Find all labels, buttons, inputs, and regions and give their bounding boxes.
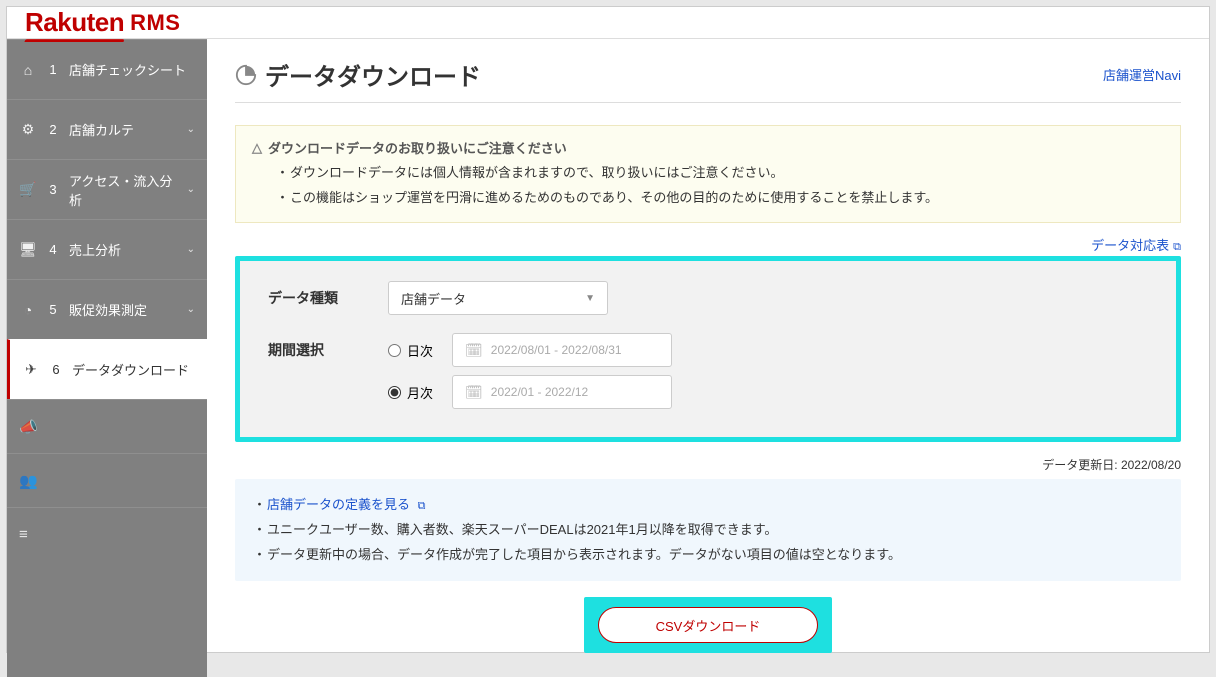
sidebar-item-4[interactable]: 🖥 4 売上分析 ⌄	[7, 219, 207, 279]
cart-icon: 🛒	[19, 181, 37, 198]
pie-icon: ◔	[19, 302, 37, 318]
warning-line: ダウンロードデータには個人情報が含まれますので、取り扱いにはご注意ください。	[276, 161, 1164, 186]
page-title-text: データダウンロード	[265, 57, 481, 92]
download-wrap: CSVダウンロード	[235, 597, 1181, 653]
sidebar-item-2[interactable]: ⚙ 2 店舗カルテ ⌄	[7, 99, 207, 159]
chart-link-row: データ対応表⧉	[235, 235, 1181, 254]
external-link-icon: ⧉	[1173, 241, 1181, 253]
sidebar-item-label: 販促効果測定	[69, 300, 177, 319]
sidebar-item-index: 5	[47, 302, 59, 317]
main-content: データダウンロード 店舗運営Navi △ ダウンロードデータのお取り扱いにご注意…	[207, 39, 1209, 677]
chevron-down-icon: ⌄	[187, 304, 195, 315]
sidebar-item-label: 売上分析	[69, 240, 177, 259]
monthly-radio-label: 月次	[407, 383, 433, 402]
daily-range-text: 2022/08/01 - 2022/08/31	[491, 343, 622, 357]
logo-rms: RMS	[130, 10, 180, 36]
logo-rakuten: Rakuten	[25, 7, 124, 38]
home-icon: ⌂	[19, 62, 37, 78]
info-line: ユニークユーザー数、購入者数、楽天スーパーDEALは2021年1月以降を取得でき…	[253, 518, 1163, 543]
monthly-date-input[interactable]: 🗓 2022/01 - 2022/12	[452, 375, 672, 409]
chevron-down-icon: ⌄	[187, 244, 195, 255]
daily-date-input[interactable]: 🗓 2022/08/01 - 2022/08/31	[452, 333, 672, 367]
data-type-label: データ種類	[268, 288, 388, 308]
period-row: 期間選択 日次 🗓 2022/08/01 - 2022/08/31	[268, 333, 1148, 367]
data-table-link[interactable]: データ対応表⧉	[1091, 238, 1181, 253]
data-type-row: データ種類 店舗データ ▼	[268, 281, 1148, 315]
shop-navi-link[interactable]: 店舗運営Navi	[1103, 65, 1181, 84]
sidebar-item-label: データダウンロード	[72, 360, 195, 379]
gear-icon: ⚙	[19, 121, 37, 138]
warning-box: △ ダウンロードデータのお取り扱いにご注意ください ダウンロードデータには個人情…	[235, 125, 1181, 223]
sidebar: ⌂ 1 店舗チェックシート ⚙ 2 店舗カルテ ⌄ 🛒 3 アクセス・流入分析 ⌄ 🖥 4 売上分析 ⌄ ◔ 5…	[7, 39, 207, 677]
sidebar-item-index: 6	[50, 362, 62, 377]
filter-panel: データ種類 店舗データ ▼ 期間選択 日次 🗓 2022/08/01 - 202…	[235, 256, 1181, 442]
data-type-value: 店舗データ	[401, 289, 466, 308]
sidebar-item-index: 2	[47, 122, 59, 137]
monitor-icon: 🖥	[19, 241, 37, 258]
download-highlight: CSVダウンロード	[584, 597, 832, 653]
sidebar-item-index: 3	[47, 182, 59, 197]
title-row: データダウンロード 店舗運営Navi	[235, 57, 1181, 103]
sidebar-item-index: 1	[47, 62, 59, 77]
warning-heading: △ ダウンロードデータのお取り扱いにご注意ください	[252, 138, 1164, 157]
monthly-radio-input[interactable]	[388, 386, 401, 399]
info-link-row: 店舗データの定義を見る ⧉	[253, 493, 1163, 518]
megaphone-icon[interactable]: 📣	[7, 399, 207, 453]
period-label: 期間選択	[268, 340, 388, 360]
updated-label: データ更新日:	[1042, 458, 1117, 472]
sidebar-item-index: 4	[47, 242, 59, 257]
warning-icon: △	[252, 140, 262, 156]
info-box: 店舗データの定義を見る ⧉ ユニークユーザー数、購入者数、楽天スーパーDEALは…	[235, 479, 1181, 581]
external-link-icon: ⧉	[418, 500, 426, 512]
monthly-range-text: 2022/01 - 2022/12	[491, 385, 588, 399]
data-type-select[interactable]: 店舗データ ▼	[388, 281, 608, 315]
daily-radio-input[interactable]	[388, 344, 401, 357]
sidebar-item-3[interactable]: 🛒 3 アクセス・流入分析 ⌄	[7, 159, 207, 219]
app-frame: Rakuten RMS ⌂ 1 店舗チェックシート ⚙ 2 店舗カルテ ⌄ 🛒 3 アクセス・流入…	[6, 6, 1210, 653]
calendar-icon: 🗓	[465, 342, 483, 359]
chevron-down-icon: ⌄	[187, 124, 195, 135]
sidebar-item-5[interactable]: ◔ 5 販促効果測定 ⌄	[7, 279, 207, 339]
csv-download-button[interactable]: CSVダウンロード	[598, 607, 818, 643]
list-icon[interactable]: ≡	[7, 507, 207, 561]
updated-row: データ更新日: 2022/08/20	[235, 456, 1181, 473]
header: Rakuten RMS	[7, 7, 1209, 39]
daily-radio-label: 日次	[407, 341, 433, 360]
send-icon: ✈	[22, 361, 40, 378]
sidebar-item-1[interactable]: ⌂ 1 店舗チェックシート	[7, 39, 207, 99]
sidebar-tray: 📣👥≡	[7, 399, 207, 561]
sidebar-item-6[interactable]: ✈ 6 データダウンロード	[7, 339, 207, 399]
daily-radio[interactable]: 日次	[388, 341, 440, 360]
chevron-down-icon: ⌄	[187, 184, 195, 195]
sidebar-item-label: アクセス・流入分析	[69, 171, 177, 209]
warning-heading-text: ダウンロードデータのお取り扱いにご注意ください	[268, 138, 567, 157]
sidebar-item-label: 店舗チェックシート	[69, 60, 195, 79]
info-line: データ更新中の場合、データ作成が完了した項目から表示されます。データがない項目の…	[253, 543, 1163, 568]
page-title: データダウンロード	[235, 57, 481, 92]
users-icon[interactable]: 👥	[7, 453, 207, 507]
chevron-down-icon: ▼	[585, 293, 595, 304]
definition-link[interactable]: 店舗データの定義を見る ⧉	[267, 497, 426, 512]
sidebar-item-label: 店舗カルテ	[69, 120, 177, 139]
calendar-icon: 🗓	[465, 384, 483, 401]
monthly-radio[interactable]: 月次	[388, 383, 440, 402]
warning-line: この機能はショップ運営を円滑に進めるためのものであり、その他の目的のために使用す…	[276, 186, 1164, 211]
monthly-row: 月次 🗓 2022/01 - 2022/12	[388, 375, 1148, 409]
pie-icon	[235, 64, 257, 86]
warning-list: ダウンロードデータには個人情報が含まれますので、取り扱いにはご注意ください。この…	[252, 161, 1164, 210]
updated-value: 2022/08/20	[1121, 458, 1181, 472]
